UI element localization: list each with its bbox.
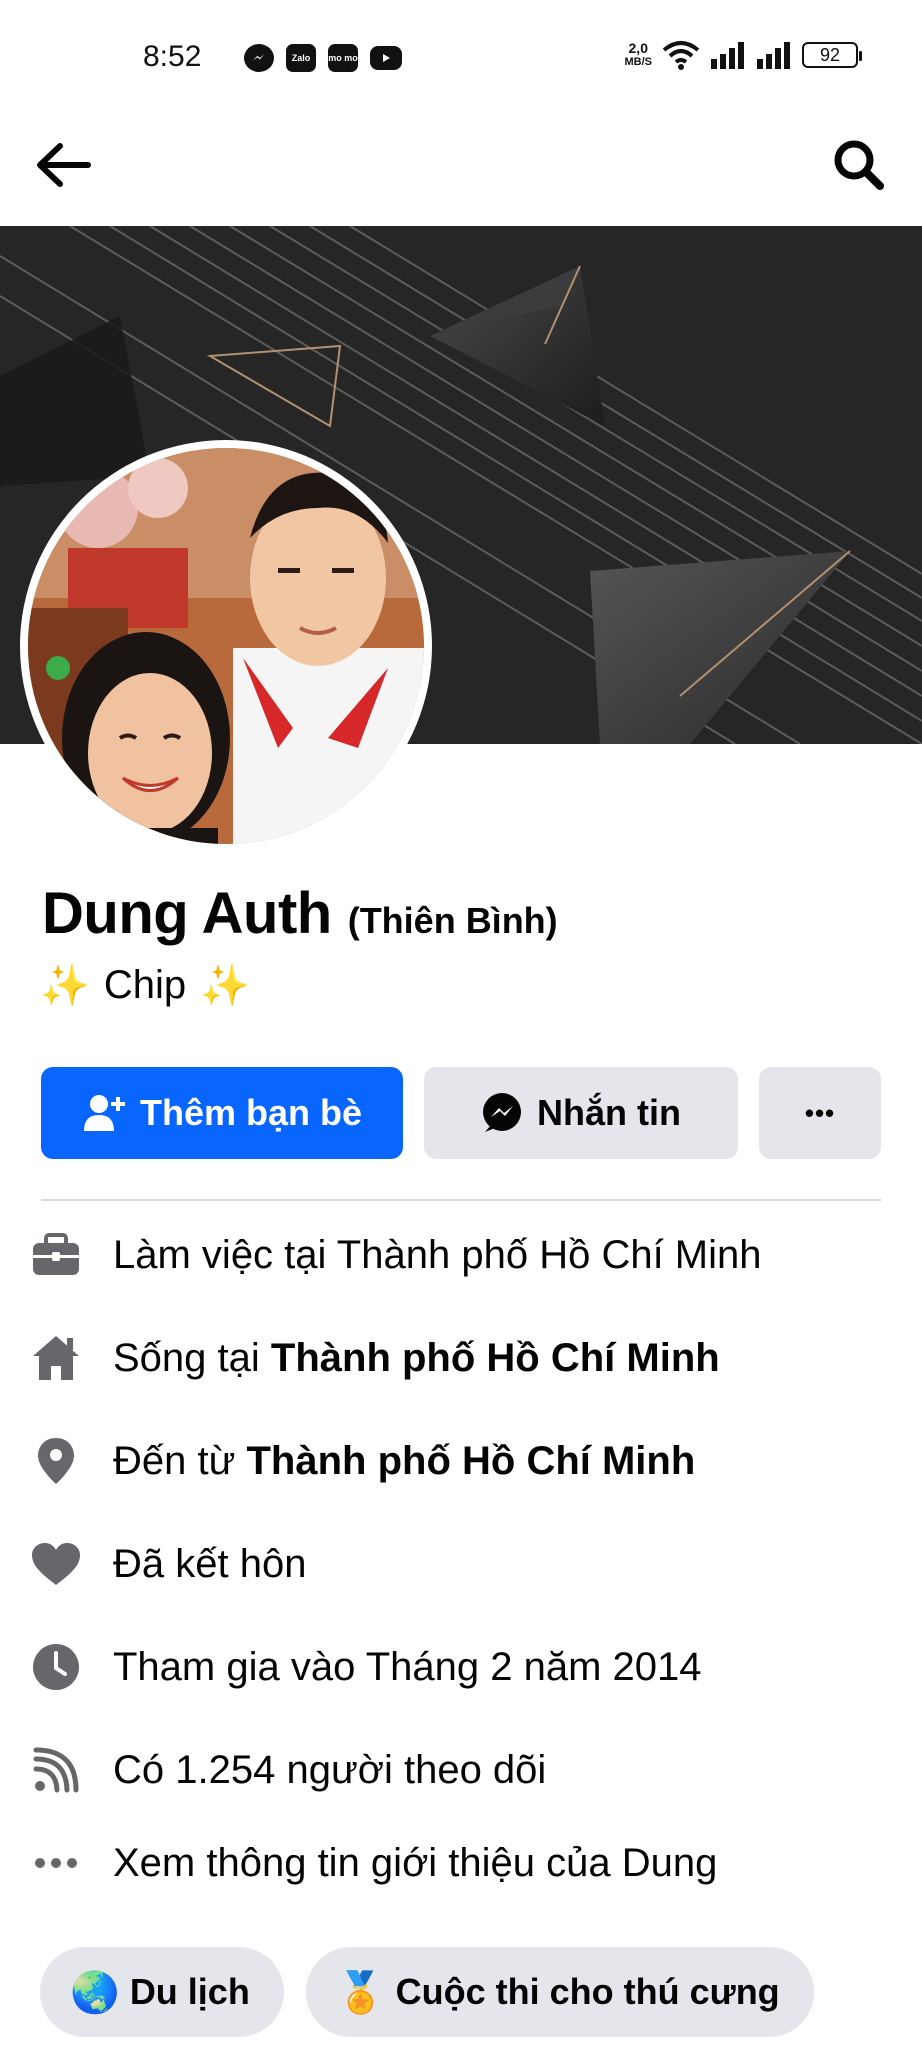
detail-text: Đến từ Thành phố Hồ Chí Minh	[113, 1439, 695, 1484]
detail-text: Tham gia vào Tháng 2 năm 2014	[113, 1645, 702, 1690]
message-label: Nhắn tin	[537, 1092, 681, 1133]
detail-from[interactable]: Đến từ Thành phố Hồ Chí Minh	[0, 1426, 922, 1496]
signal-icon-sim2	[757, 42, 790, 69]
messenger-icon	[483, 1093, 521, 1132]
chip-label: Cuộc thi cho thú cưng	[395, 1971, 780, 2012]
rss-followers-icon	[28, 1742, 84, 1798]
detail-relationship[interactable]: Đã kết hôn	[0, 1529, 922, 1599]
battery-indicator: 92	[802, 42, 862, 68]
hobby-chip-pet-contest[interactable]: 🏅 Cuộc thi cho thú cưng	[305, 1947, 814, 2037]
chip-label: Du lịch	[129, 1971, 250, 2012]
detail-text-prefix: Đến từ	[113, 1438, 247, 1483]
profile-bio: ✨ Chip ✨	[40, 962, 250, 1009]
profile-name-line: Dung Auth (Thiên Bình)	[42, 880, 558, 947]
profile-avatar[interactable]	[20, 440, 432, 852]
signal-icon-sim1	[711, 42, 744, 69]
profile-actions: Thêm bạn bè Nhắn tin •••	[41, 1067, 881, 1159]
zalo-icon: Zalo	[286, 44, 316, 72]
arrow-left-icon	[37, 143, 91, 187]
detail-text: Có 1.254 người theo dõi	[113, 1748, 546, 1793]
add-friend-button[interactable]: Thêm bạn bè	[41, 1067, 403, 1159]
youtube-icon	[370, 46, 402, 70]
more-options-button[interactable]: •••	[759, 1067, 881, 1159]
profile-header	[0, 110, 922, 225]
detail-text-prefix: Sống tại	[113, 1335, 271, 1380]
globe-icon: 🌏	[70, 1970, 120, 2015]
network-speed: 2,0 MB/S	[625, 41, 653, 69]
detail-text-bold: Thành phố Hồ Chí Minh	[246, 1438, 696, 1483]
detail-text: Sống tại Thành phố Hồ Chí Minh	[113, 1336, 720, 1381]
net-speed-value: 2,0	[628, 40, 648, 56]
detail-see-about[interactable]: Xem thông tin giới thiệu của Dung	[0, 1828, 922, 1898]
detail-text: Làm việc tại Thành phố Hồ Chí Minh	[113, 1233, 762, 1278]
detail-text-bold: Thành phố Hồ Chí Minh	[270, 1335, 720, 1380]
sparkles-icon: ✨	[200, 964, 250, 1008]
detail-text: Xem thông tin giới thiệu của Dung	[113, 1841, 717, 1886]
more-dots-icon: •••	[804, 1097, 836, 1128]
detail-work[interactable]: Làm việc tại Thành phố Hồ Chí Minh	[0, 1220, 922, 1290]
sparkles-icon: ✨	[40, 964, 90, 1008]
more-dots-icon	[28, 1835, 84, 1891]
back-button[interactable]	[28, 130, 98, 200]
avatar-photo	[28, 448, 424, 844]
detail-text-prefix: Đã kết hôn	[113, 1541, 307, 1586]
profile-name: Dung Auth	[42, 881, 332, 946]
detail-followers[interactable]: Có 1.254 người theo dõi	[0, 1735, 922, 1805]
hobby-chips: 🌏 Du lịch 🏅 Cuộc thi cho thú cưng	[40, 1947, 814, 2037]
detail-text: Đã kết hôn	[113, 1542, 306, 1587]
location-pin-icon	[28, 1433, 84, 1489]
briefcase-icon	[28, 1227, 84, 1283]
search-button[interactable]	[824, 130, 894, 200]
detail-joined[interactable]: Tham gia vào Tháng 2 năm 2014	[0, 1632, 922, 1702]
home-icon	[28, 1330, 84, 1386]
add-friend-icon	[83, 1095, 125, 1131]
momo-icon: mo mo	[328, 44, 358, 72]
heart-icon	[28, 1536, 84, 1592]
medal-icon: 🏅	[335, 1970, 386, 2015]
status-bar: 8:52 Zalo mo mo 2,0 MB/S 92	[0, 0, 922, 110]
divider	[41, 1199, 881, 1201]
bio-text: Chip	[103, 963, 187, 1007]
detail-text-prefix: Xem thông tin giới thiệu của Dung	[113, 1840, 718, 1885]
detail-text-prefix: Có 1.254 người theo dõi	[113, 1747, 547, 1792]
net-speed-unit: MB/S	[624, 56, 653, 68]
detail-text-prefix: Làm việc tại Thành phố Hồ Chí Minh	[113, 1232, 762, 1277]
messenger-icon	[244, 44, 274, 72]
wifi-icon	[662, 41, 700, 70]
status-app-icons: Zalo mo mo	[244, 44, 402, 72]
status-right: 2,0 MB/S 92	[625, 40, 862, 70]
message-button[interactable]: Nhắn tin	[424, 1067, 738, 1159]
add-friend-label: Thêm bạn bè	[139, 1092, 363, 1133]
detail-text-prefix: Tham gia vào Tháng 2 năm 2014	[113, 1644, 702, 1689]
hobby-chip-travel[interactable]: 🌏 Du lịch	[40, 1947, 284, 2037]
status-time: 8:52	[143, 40, 202, 73]
profile-alternate-name: (Thiên Bình)	[347, 900, 558, 941]
clock-icon	[28, 1639, 84, 1695]
search-icon	[834, 140, 884, 190]
detail-lives-in[interactable]: Sống tại Thành phố Hồ Chí Minh	[0, 1323, 922, 1393]
